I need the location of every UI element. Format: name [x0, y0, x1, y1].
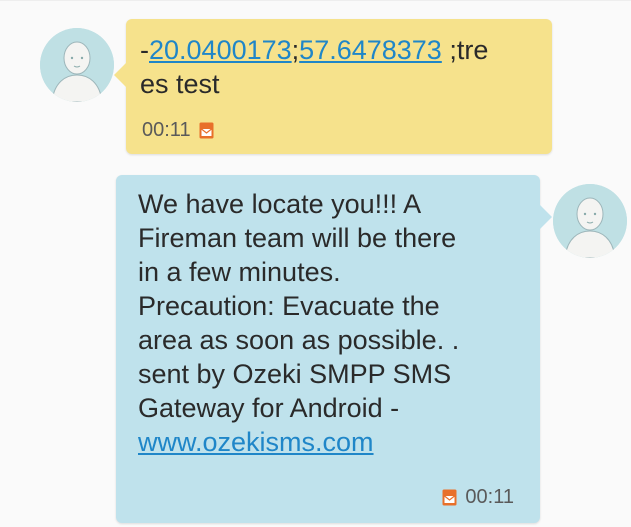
message-time: 00:11 [142, 119, 191, 141]
coordinate-link-latitude[interactable]: 20.0400173 [149, 35, 292, 65]
outgoing-message-text: We have locate you!!! A Fireman team wil… [138, 187, 530, 459]
website-link[interactable]: www.ozekisms.com [138, 427, 374, 457]
message-text-prefix: - [140, 35, 149, 65]
message-time: 00:11 [465, 486, 514, 508]
message-body: We have locate you!!! A Fireman team wil… [138, 189, 460, 423]
message-thread[interactable]: -20.0400173;57.6478373 ;tre es test 00:1… [0, 0, 631, 527]
own-avatar-icon[interactable] [553, 184, 627, 258]
coordinate-link-longitude[interactable]: 57.6478373 [299, 35, 442, 65]
incoming-message-meta: 00:11 [142, 119, 214, 142]
sms-icon [442, 489, 457, 506]
incoming-message-bubble[interactable]: -20.0400173;57.6478373 ;tre es test 00:1… [114, 19, 552, 154]
sender-avatar-icon[interactable] [40, 28, 114, 102]
sms-icon [199, 122, 214, 139]
outgoing-message-meta: 00:11 [442, 486, 514, 509]
incoming-message-text: -20.0400173;57.6478373 ;tre es test [140, 33, 540, 101]
outgoing-message-bubble[interactable]: We have locate you!!! A Fireman team wil… [116, 175, 552, 523]
